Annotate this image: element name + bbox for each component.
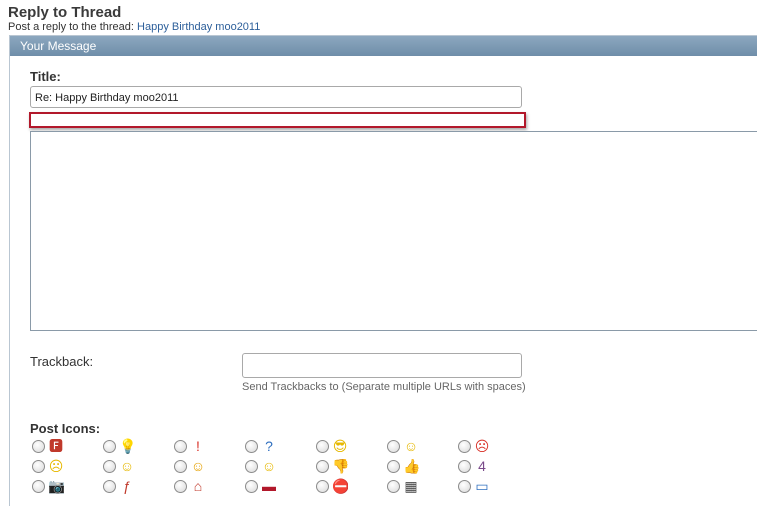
angry-icon: ☹ (474, 438, 490, 454)
post-icon-option[interactable]: 💡 (101, 438, 161, 456)
post-icon-radio[interactable] (458, 480, 471, 493)
home-icon: ⌂ (193, 478, 203, 494)
post-icon-option[interactable]: ☺ (385, 438, 445, 456)
post-icon-option[interactable]: 👎 (314, 458, 374, 476)
post-icon-option[interactable]: ! (172, 438, 232, 456)
camera-icon: 📷 (48, 478, 64, 494)
highlighted-field (29, 112, 526, 128)
post-icon-option[interactable]: 🅵 (30, 438, 90, 456)
post-icon-option[interactable]: 👍 (385, 458, 445, 476)
post-icon-option[interactable]: ⌂ (172, 478, 232, 496)
post-icon-radio[interactable] (174, 440, 187, 453)
post-icon-radio[interactable] (103, 460, 116, 473)
message-textarea[interactable] (30, 131, 757, 331)
lightbulb-icon: 💡 (119, 438, 135, 454)
post-icon-option[interactable]: ☺ (172, 458, 232, 476)
thumbs-up-icon: 👍 (403, 458, 419, 474)
fs-icon: 🅵 (49, 438, 63, 454)
post-icon-radio[interactable] (387, 440, 400, 453)
post-icon-option[interactable]: 📷 (30, 478, 90, 496)
no-entry-icon: ⛔ (332, 478, 348, 494)
post-icon-option[interactable]: ? (243, 438, 303, 456)
post-icon-radio[interactable] (174, 480, 187, 493)
post-icon-radio[interactable] (316, 460, 329, 473)
title-label: Title: (30, 69, 61, 84)
post-icon-option[interactable]: ☹ (456, 438, 516, 456)
post-icon-radio[interactable] (245, 440, 258, 453)
post-icon-radio[interactable] (245, 480, 258, 493)
post-icon-option[interactable]: 😎 (314, 438, 374, 456)
post-icon-radio[interactable] (458, 440, 471, 453)
post-icon-radio[interactable] (387, 480, 400, 493)
post-icon-radio[interactable] (32, 480, 45, 493)
panel-header: Your Message (10, 36, 757, 56)
thread-link[interactable]: Happy Birthday moo2011 (137, 21, 260, 33)
trackback-hint: Send Trackbacks to (Separate multiple UR… (242, 381, 526, 393)
post-icon-option[interactable]: ☺ (243, 458, 303, 476)
subtitle-prefix: Post a reply to the thread: (8, 21, 134, 33)
post-icon-radio[interactable] (103, 440, 116, 453)
title-input[interactable]: Re: Happy Birthday moo2011 (30, 86, 522, 108)
flash-icon: ƒ (123, 478, 131, 494)
page-subtitle: Post a reply to the thread: Happy Birthd… (8, 21, 260, 33)
trackback-input[interactable] (242, 353, 522, 378)
post-icon-option[interactable]: ▦ (385, 478, 445, 496)
post-icon-option[interactable]: 4 (456, 458, 516, 476)
post-icon-option[interactable]: ☹ (30, 458, 90, 476)
cool-icon: 😎 (332, 438, 348, 454)
post-icon-option[interactable]: ⛔ (314, 478, 374, 496)
film-icon: ▦ (404, 478, 418, 494)
page-title: Reply to Thread (8, 4, 122, 21)
frown-icon: ☹ (48, 458, 64, 474)
thumbs-down-icon: 👎 (332, 458, 348, 474)
post-icon-radio[interactable] (316, 480, 329, 493)
post-icon-option[interactable]: ☺ (101, 458, 161, 476)
post-icon-option[interactable]: ▬ (243, 478, 303, 496)
post-icon-radio[interactable] (387, 460, 400, 473)
post-icon-radio[interactable] (458, 460, 471, 473)
grin-icon: ☺ (119, 458, 135, 474)
wink-icon: ☺ (190, 458, 206, 474)
post-icon-option[interactable]: ƒ (101, 478, 161, 496)
car-icon: ▬ (262, 478, 276, 494)
trackback-label: Trackback: (30, 354, 94, 369)
post-icon-radio[interactable] (32, 460, 45, 473)
post-icons-label: Post Icons: (30, 421, 101, 436)
smile-icon: ☺ (403, 438, 419, 454)
post-icon-radio[interactable] (245, 460, 258, 473)
post-icon-radio[interactable] (174, 460, 187, 473)
exclamation-icon: ! (196, 438, 200, 454)
tongue-icon: ☺ (261, 458, 277, 474)
question-icon: ? (265, 438, 273, 454)
post-icon-radio[interactable] (32, 440, 45, 453)
four-icon: 4 (478, 458, 486, 474)
post-icon-radio[interactable] (103, 480, 116, 493)
monitor-icon: ▭ (475, 478, 489, 494)
post-icon-option[interactable]: ▭ (456, 478, 516, 496)
post-icon-radio[interactable] (316, 440, 329, 453)
